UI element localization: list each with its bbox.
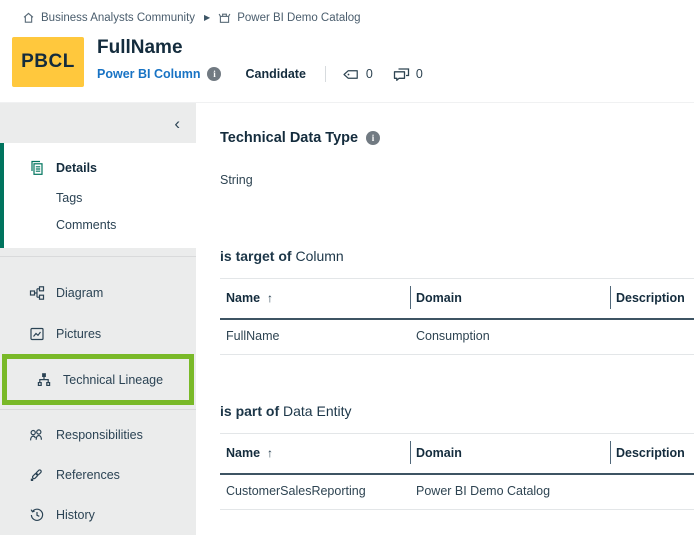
sidebar-item-label: Pictures bbox=[56, 327, 101, 341]
annotation-highlight-box: Technical Lineage bbox=[2, 354, 194, 405]
sidebar-group-visuals: Diagram Pictures bbox=[0, 257, 196, 405]
status-badge[interactable]: Candidate bbox=[245, 67, 305, 81]
info-icon[interactable]: i bbox=[366, 131, 380, 145]
sidebar-item-diagram[interactable]: Diagram bbox=[0, 272, 196, 313]
sort-ascending-icon: ↑ bbox=[267, 291, 273, 305]
sidebar-item-pictures[interactable]: Pictures bbox=[0, 313, 196, 354]
page-title: FullName bbox=[97, 36, 423, 60]
sidebar-item-responsibilities[interactable]: Responsibilities bbox=[0, 415, 196, 455]
comments-icon bbox=[393, 67, 410, 82]
sidebar-item-label: Tags bbox=[56, 191, 82, 205]
sidebar-item-label: History bbox=[56, 508, 95, 522]
sidebar-group-details: Details Tags Comments bbox=[0, 143, 196, 248]
technical-lineage-icon bbox=[35, 372, 52, 388]
asset-type-link[interactable]: Power BI Column bbox=[97, 67, 200, 81]
comments-count-button[interactable]: 0 bbox=[393, 67, 423, 82]
asset-header: PBCL FullName Power BI Column i Candidat… bbox=[0, 35, 694, 103]
domain-icon bbox=[218, 11, 231, 24]
attribute-label: Technical Data Type bbox=[220, 130, 358, 146]
sort-ascending-icon: ↑ bbox=[267, 446, 273, 460]
details-icon bbox=[28, 160, 45, 176]
sidebar-item-technical-lineage[interactable]: Technical Lineage bbox=[7, 359, 189, 400]
relation-target-type: Column bbox=[295, 248, 343, 264]
relation-label: is part of bbox=[220, 403, 279, 419]
table-header-row: Name↑ Domain Description bbox=[220, 434, 694, 475]
table-row: CustomerSalesReporting Power BI Demo Cat… bbox=[220, 474, 694, 510]
sidebar-item-tags[interactable]: Tags bbox=[4, 184, 196, 211]
cell-description bbox=[610, 474, 694, 510]
relation-table: Name↑ Domain Description FullName Consum… bbox=[220, 278, 694, 355]
pictures-icon bbox=[28, 326, 45, 342]
relation-section-title: is target of Column bbox=[220, 248, 694, 264]
relation-target-type: Data Entity bbox=[283, 403, 351, 419]
sidebar-item-label: Responsibilities bbox=[56, 428, 143, 442]
column-header-domain[interactable]: Domain bbox=[410, 279, 610, 320]
breadcrumb: Business Analysts Community ▶ Power BI D… bbox=[0, 0, 694, 35]
relation-section-title: is part of Data Entity bbox=[220, 403, 694, 419]
sidebar: ‹ Details Tags Co bbox=[0, 103, 196, 535]
table-row: FullName Consumption bbox=[220, 319, 694, 355]
references-icon bbox=[28, 467, 45, 483]
column-header-description[interactable]: Description bbox=[610, 434, 694, 475]
meta-divider bbox=[325, 66, 326, 82]
main-content: Technical Data Type i String is target o… bbox=[196, 103, 694, 535]
diagram-icon bbox=[28, 285, 45, 301]
asset-meta-row: Power BI Column i Candidate 0 bbox=[97, 66, 423, 82]
breadcrumb-community-label: Business Analysts Community bbox=[41, 12, 195, 24]
relation-label: is target of bbox=[220, 248, 292, 264]
sidebar-item-label: Diagram bbox=[56, 286, 103, 300]
responsibilities-icon bbox=[28, 427, 45, 443]
sidebar-item-label: Comments bbox=[56, 218, 116, 232]
attribute-heading: Technical Data Type i bbox=[220, 130, 694, 146]
comment-count: 0 bbox=[416, 67, 423, 81]
tags-count-button[interactable]: 0 bbox=[342, 67, 373, 81]
tag-icon bbox=[342, 68, 360, 81]
sidebar-collapse-row: ‹ bbox=[0, 103, 196, 143]
history-icon bbox=[28, 507, 45, 523]
column-header-name[interactable]: Name↑ bbox=[220, 279, 410, 320]
sidebar-item-details[interactable]: Details bbox=[4, 152, 196, 184]
sidebar-collapse-button[interactable]: ‹ bbox=[174, 115, 180, 132]
tag-count: 0 bbox=[366, 67, 373, 81]
sidebar-group-misc: Responsibilities References bbox=[0, 410, 196, 535]
attribute-value: String bbox=[220, 173, 694, 187]
sidebar-item-label: Details bbox=[56, 161, 97, 175]
cell-domain[interactable]: Consumption bbox=[410, 319, 610, 355]
breadcrumb-catalog-label: Power BI Demo Catalog bbox=[237, 12, 360, 24]
cell-description bbox=[610, 319, 694, 355]
info-icon[interactable]: i bbox=[207, 67, 221, 81]
asset-type-badge: PBCL bbox=[12, 37, 84, 87]
breadcrumb-catalog[interactable]: Power BI Demo Catalog bbox=[218, 11, 360, 24]
column-header-domain[interactable]: Domain bbox=[410, 434, 610, 475]
sidebar-item-history[interactable]: History bbox=[0, 495, 196, 535]
breadcrumb-community[interactable]: Business Analysts Community bbox=[22, 11, 195, 24]
community-icon bbox=[22, 11, 35, 24]
relation-table: Name↑ Domain Description CustomerSalesRe… bbox=[220, 433, 694, 510]
table-header-row: Name↑ Domain Description bbox=[220, 279, 694, 320]
cell-name[interactable]: FullName bbox=[220, 319, 410, 355]
column-header-description[interactable]: Description bbox=[610, 279, 694, 320]
cell-domain[interactable]: Power BI Demo Catalog bbox=[410, 474, 610, 510]
sidebar-item-label: References bbox=[56, 468, 120, 482]
cell-name[interactable]: CustomerSalesReporting bbox=[220, 474, 410, 510]
column-header-name[interactable]: Name↑ bbox=[220, 434, 410, 475]
sidebar-item-label: Technical Lineage bbox=[63, 373, 163, 387]
sidebar-item-comments[interactable]: Comments bbox=[4, 211, 196, 238]
breadcrumb-separator-icon: ▶ bbox=[204, 13, 210, 22]
sidebar-item-references[interactable]: References bbox=[0, 455, 196, 495]
asset-page: Business Analysts Community ▶ Power BI D… bbox=[0, 0, 694, 535]
title-block: FullName Power BI Column i Candidate 0 bbox=[97, 35, 423, 82]
